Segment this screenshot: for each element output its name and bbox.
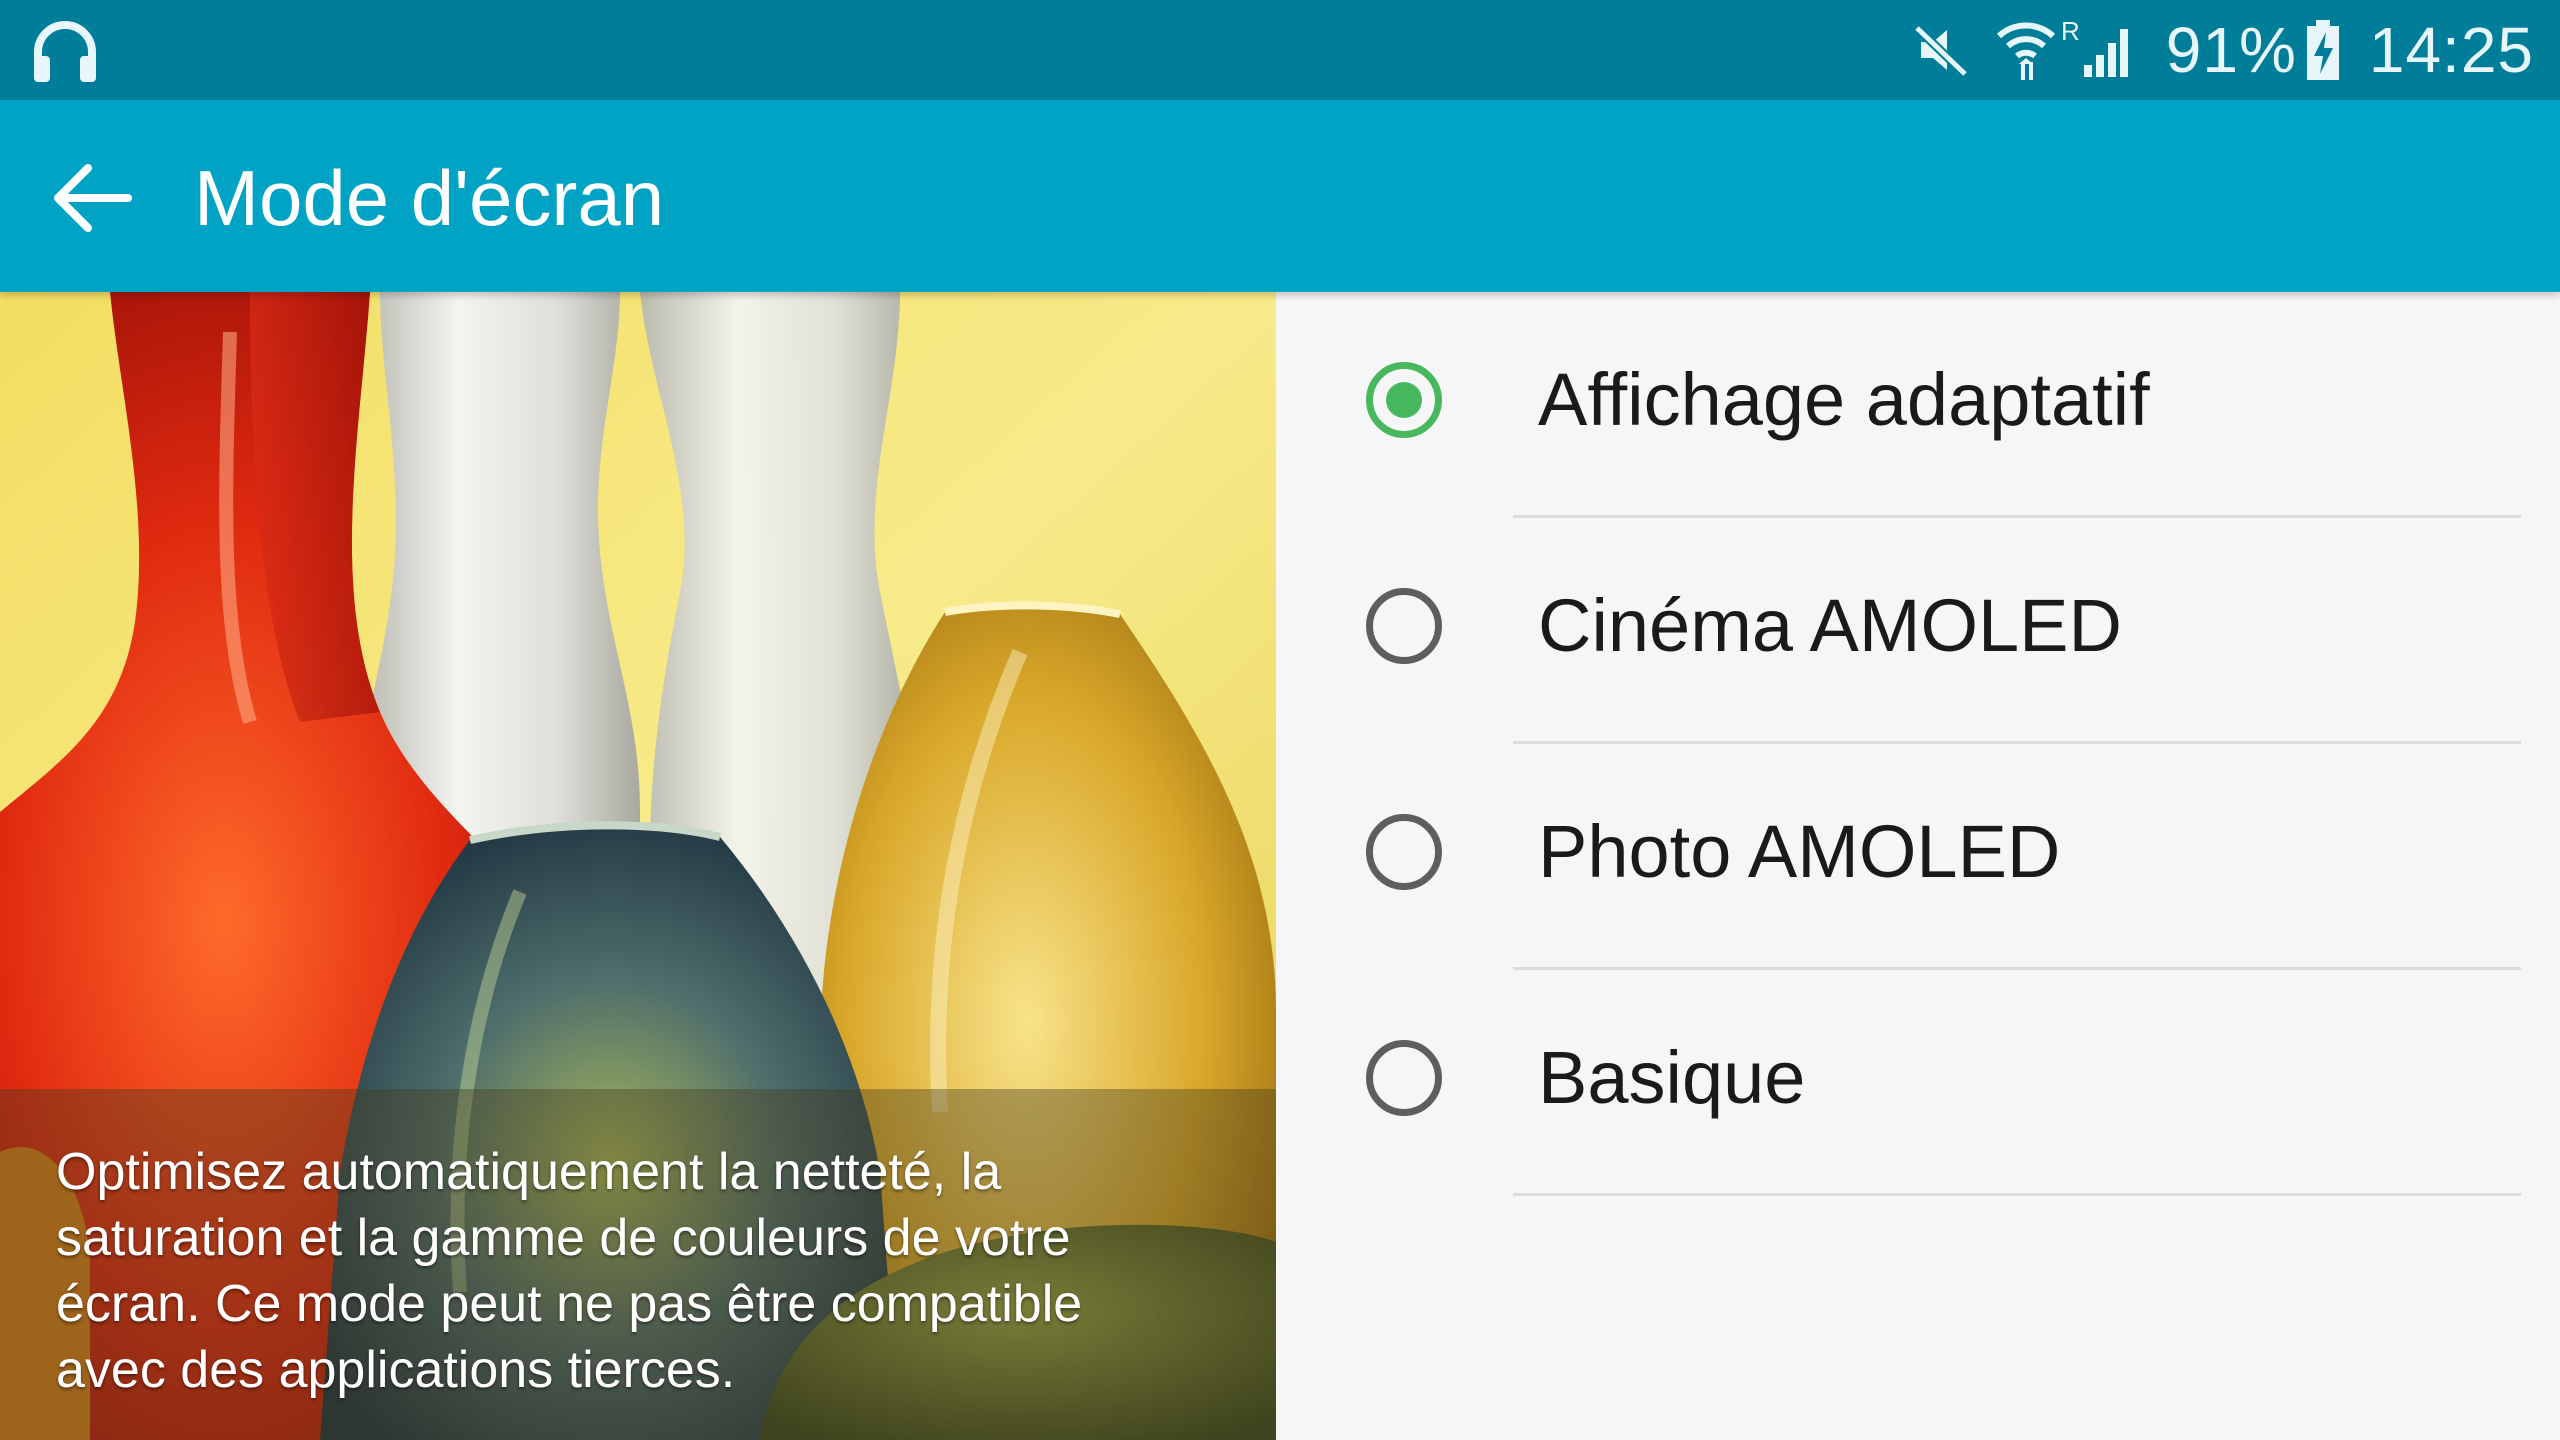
headset-icon xyxy=(34,21,96,82)
wifi-icon xyxy=(1996,22,2055,80)
radio-button[interactable] xyxy=(1366,1040,1442,1116)
page-title: Mode d'écran xyxy=(194,154,665,242)
action-bar: Mode d'écran xyxy=(0,100,2560,292)
radio-button[interactable] xyxy=(1366,588,1442,664)
radio-button-selected[interactable] xyxy=(1366,362,1442,438)
mute-icon xyxy=(1913,24,1969,78)
option-photo-amoled[interactable]: Photo AMOLED xyxy=(1276,744,2560,970)
option-cinema-amoled[interactable]: Cinéma AMOLED xyxy=(1276,518,2560,744)
back-arrow-icon[interactable] xyxy=(48,156,144,240)
option-label: Cinéma AMOLED xyxy=(1538,584,2122,667)
radio-button[interactable] xyxy=(1366,814,1442,890)
battery-percent: 91% xyxy=(2165,14,2297,86)
option-label: Basique xyxy=(1538,1036,1806,1119)
preview-image: Optimisez automatiquement la netteté, la… xyxy=(0,292,1276,1440)
option-basique[interactable]: Basique xyxy=(1276,970,2560,1196)
option-label: Affichage adaptatif xyxy=(1538,358,2150,441)
signal-icon xyxy=(2083,29,2128,77)
clock: 14:25 xyxy=(2368,14,2534,86)
description-text: Optimisez automatiquement la netteté, la… xyxy=(56,1143,1083,1399)
display-mode-options: Affichage adaptatif Cinéma AMOLED Photo … xyxy=(1276,292,2560,1440)
divider xyxy=(1513,1193,2521,1196)
status-bar: R 91% 14:25 xyxy=(0,0,2560,100)
battery-charging-icon xyxy=(2306,20,2339,80)
roaming-indicator: R xyxy=(2060,16,2080,46)
option-affichage-adaptatif[interactable]: Affichage adaptatif xyxy=(1276,292,2560,518)
description-caption: Optimisez automatiquement la netteté, la… xyxy=(0,1089,1276,1440)
option-label: Photo AMOLED xyxy=(1538,810,2061,893)
